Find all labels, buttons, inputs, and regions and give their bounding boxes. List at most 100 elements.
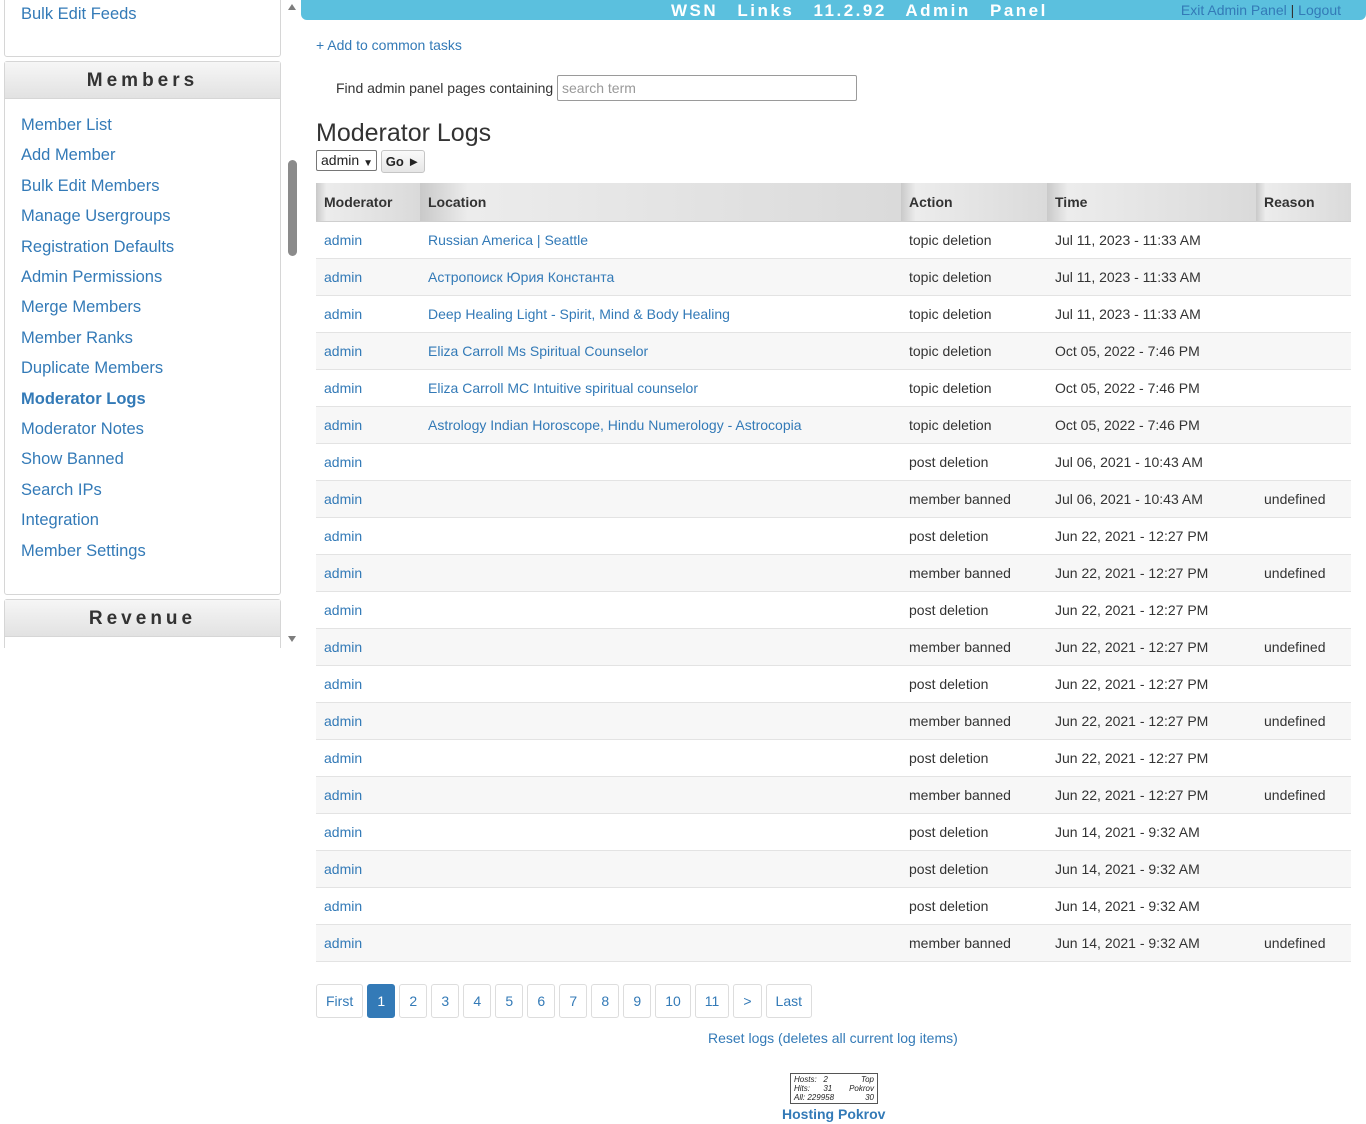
cell-location: [420, 517, 901, 555]
sidebar-item-show-banned[interactable]: Show Banned: [21, 450, 124, 469]
admin-search-input[interactable]: [557, 75, 857, 101]
moderator-link[interactable]: admin: [324, 676, 362, 692]
sidebar-item-duplicate-members[interactable]: Duplicate Members: [21, 359, 163, 378]
moderator-link[interactable]: admin: [324, 306, 362, 322]
location-link[interactable]: Russian America | Seattle: [428, 232, 588, 248]
exit-admin-panel-link[interactable]: Exit Admin Panel: [1181, 2, 1287, 18]
moderator-link[interactable]: admin: [324, 565, 362, 581]
reset-logs-link[interactable]: Reset logs (deletes all current log item…: [708, 1030, 958, 1046]
scroll-up-arrow-icon[interactable]: [288, 4, 296, 10]
moderator-link[interactable]: admin: [324, 602, 362, 618]
sidebar-box-members: Members Member List Add Member Bulk Edit M…: [4, 61, 281, 595]
moderator-link[interactable]: admin: [324, 898, 362, 914]
table-row: admin post deletion Jun 14, 2021 - 9:32 AM: [316, 850, 1351, 888]
location-link[interactable]: Астропоиск Юрия Константа: [428, 269, 614, 285]
page-button-1[interactable]: 1: [367, 984, 396, 1018]
moderator-link[interactable]: admin: [324, 269, 362, 285]
location-link[interactable]: Eliza Carroll Ms Spiritual Counselor: [428, 343, 648, 359]
hit-counter-badge[interactable]: Hosts: 2 Top Hits: 31 Pokrov All: 229958…: [790, 1073, 878, 1104]
cell-moderator: admin: [316, 221, 420, 259]
moderator-link[interactable]: admin: [324, 861, 362, 877]
counter-top-label: Top: [860, 1075, 874, 1084]
cell-action: member banned: [901, 924, 1047, 962]
hosting-pokrov-link[interactable]: Hosting Pokrov: [782, 1106, 885, 1122]
sidebar-item-admin-permissions[interactable]: Admin Permissions: [21, 268, 162, 287]
moderator-link[interactable]: admin: [324, 343, 362, 359]
sidebar-item-member-ranks[interactable]: Member Ranks: [21, 329, 133, 348]
page-button-first[interactable]: First: [316, 984, 364, 1018]
cell-reason: undefined: [1256, 924, 1351, 962]
sidebar-item-member-list[interactable]: Member List: [21, 116, 112, 135]
sidebar-item-moderator-notes[interactable]: Moderator Notes: [21, 420, 144, 439]
page-button-10[interactable]: 10: [655, 984, 691, 1018]
cell-moderator: admin: [316, 517, 420, 555]
page-button-7[interactable]: 7: [559, 984, 588, 1018]
cell-action: topic deletion: [901, 295, 1047, 333]
moderator-link[interactable]: admin: [324, 787, 362, 803]
sidebar-item-manage-usergroups[interactable]: Manage Usergroups: [21, 207, 171, 226]
moderator-link[interactable]: admin: [324, 824, 362, 840]
table-row: admin post deletion Jun 14, 2021 - 9:32 AM: [316, 887, 1351, 925]
scroll-down-arrow-icon[interactable]: [288, 636, 296, 642]
counter-brand-label: Pokrov: [849, 1084, 874, 1093]
moderator-link[interactable]: admin: [324, 232, 362, 248]
location-link[interactable]: Eliza Carroll MC Intuitive spiritual cou…: [428, 380, 698, 396]
sidebar-scrollbar[interactable]: [284, 0, 300, 648]
page-button-last[interactable]: Last: [765, 984, 812, 1018]
sidebar-item-add-member[interactable]: Add Member: [21, 146, 115, 165]
moderator-link[interactable]: admin: [324, 935, 362, 951]
sidebar-item-bulk-edit-feeds[interactable]: Bulk Edit Feeds: [21, 5, 137, 24]
location-link[interactable]: Astrology Indian Horoscope, Hindu Numero…: [428, 417, 802, 433]
sidebar-item-moderator-logs[interactable]: Moderator Logs: [21, 390, 146, 409]
go-button[interactable]: Go ►: [381, 150, 425, 173]
moderator-link[interactable]: admin: [324, 454, 362, 470]
cell-reason: undefined: [1256, 702, 1351, 740]
moderator-link[interactable]: admin: [324, 713, 362, 729]
sidebar-item-integration[interactable]: Integration: [21, 511, 99, 530]
sidebar-item-bulk-edit-members[interactable]: Bulk Edit Members: [21, 177, 159, 196]
cell-reason: [1256, 591, 1351, 629]
moderator-select[interactable]: admin ▼: [316, 150, 377, 171]
cell-action: post deletion: [901, 739, 1047, 777]
page-button-2[interactable]: 2: [399, 984, 428, 1018]
add-to-common-tasks-link[interactable]: + Add to common tasks: [316, 37, 462, 53]
location-link[interactable]: Deep Healing Light - Spirit, Mind & Body…: [428, 306, 730, 322]
logout-link[interactable]: Logout: [1298, 2, 1341, 18]
moderator-link[interactable]: admin: [324, 380, 362, 396]
page-button-4[interactable]: 4: [463, 984, 492, 1018]
moderator-link[interactable]: admin: [324, 528, 362, 544]
page-button-5[interactable]: 5: [495, 984, 524, 1018]
sidebar-item-registration-defaults[interactable]: Registration Defaults: [21, 238, 174, 257]
cell-location: [420, 702, 901, 740]
cell-location: [420, 665, 901, 703]
page-button-next[interactable]: >: [733, 984, 762, 1018]
page-button-6[interactable]: 6: [527, 984, 556, 1018]
table-row: admin Russian America | Seattle topic dele…: [316, 221, 1351, 259]
cell-time: Jun 22, 2021 - 12:27 PM: [1047, 554, 1256, 592]
moderator-link[interactable]: admin: [324, 750, 362, 766]
table-row: admin Deep Healing Light - Spirit, Mind &…: [316, 295, 1351, 333]
cell-moderator: admin: [316, 776, 420, 814]
page-button-11[interactable]: 11: [694, 984, 730, 1018]
page-button-9[interactable]: 9: [623, 984, 652, 1018]
sidebar-item-member-settings[interactable]: Member Settings: [21, 542, 146, 561]
moderator-link[interactable]: admin: [324, 491, 362, 507]
cell-time: Jul 11, 2023 - 11:33 AM: [1047, 258, 1256, 296]
sidebar-heading-revenue[interactable]: Revenue: [5, 600, 280, 637]
table-row: admin member banned Jun 22, 2021 - 12:27 P…: [316, 554, 1351, 592]
cell-action: post deletion: [901, 443, 1047, 481]
cell-time: Jul 11, 2023 - 11:33 AM: [1047, 295, 1256, 333]
moderator-link[interactable]: admin: [324, 639, 362, 655]
page-button-3[interactable]: 3: [431, 984, 460, 1018]
cell-reason: [1256, 258, 1351, 296]
cell-action: member banned: [901, 480, 1047, 518]
sidebar-item-merge-members[interactable]: Merge Members: [21, 298, 141, 317]
page-button-8[interactable]: 8: [591, 984, 620, 1018]
cell-time: Jun 22, 2021 - 12:27 PM: [1047, 628, 1256, 666]
sidebar-item-search-ips[interactable]: Search IPs: [21, 481, 102, 500]
cell-time: Jun 14, 2021 - 9:32 AM: [1047, 850, 1256, 888]
sidebar-heading-members[interactable]: Members: [5, 62, 280, 99]
moderator-link[interactable]: admin: [324, 417, 362, 433]
cell-reason: undefined: [1256, 554, 1351, 592]
scrollbar-thumb[interactable]: [288, 160, 297, 256]
